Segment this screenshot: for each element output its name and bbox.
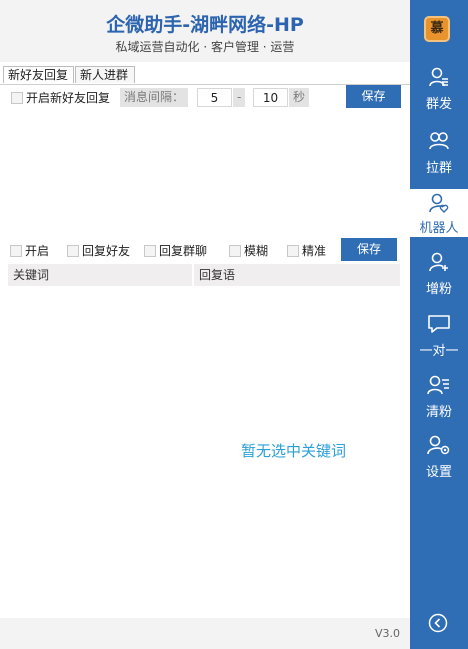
sidebar-item-robot[interactable]: 机器人 bbox=[410, 189, 468, 237]
interval-unit: 秒 bbox=[289, 88, 310, 107]
group-icon bbox=[429, 132, 449, 150]
filter-enable-label: 开启 bbox=[25, 244, 50, 258]
interval-max-input[interactable]: 10 bbox=[253, 88, 288, 107]
sidebar-item-pull-group[interactable]: 拉群 bbox=[410, 130, 468, 176]
version-label: V3.0 bbox=[374, 627, 400, 640]
sidebar-item-clean-fans[interactable]: 清粉 bbox=[410, 374, 468, 420]
column-header-reply[interactable]: 回复语 bbox=[194, 264, 400, 286]
save-filters-button[interactable]: 保存 bbox=[341, 238, 397, 261]
filter-reply-group-label: 回复群聊 bbox=[159, 244, 208, 258]
sidebar-item-label: 拉群 bbox=[425, 161, 452, 176]
filter-fuzzy-label: 模糊 bbox=[244, 244, 269, 258]
filter-reply-friend-checkbox[interactable] bbox=[67, 245, 79, 257]
tab-new-member-join[interactable]: 新人进群 bbox=[75, 66, 135, 83]
column-header-keyword[interactable]: 关键词 bbox=[8, 264, 192, 286]
chevron-left-icon bbox=[428, 613, 448, 633]
sidebar-item-label: 设置 bbox=[425, 465, 452, 480]
clean-user-icon bbox=[427, 375, 449, 395]
sidebar-item-one-on-one[interactable]: 一对一 bbox=[410, 313, 468, 359]
sidebar-item-broadcast[interactable]: 群发 bbox=[410, 66, 468, 112]
app-subtitle: 私域运营自动化 · 客户管理 · 运营 bbox=[115, 40, 295, 54]
collapse-sidebar-button[interactable] bbox=[428, 613, 448, 633]
chat-icon bbox=[428, 315, 450, 333]
add-user-icon bbox=[429, 252, 448, 272]
interval-label: 消息间隔： bbox=[120, 88, 189, 107]
interval-min-input[interactable]: 5 bbox=[197, 88, 232, 107]
sidebar-item-add-fans[interactable]: 增粉 bbox=[410, 251, 468, 297]
sidebar-item-label: 增粉 bbox=[425, 282, 452, 297]
sidebar-item-label: 清粉 bbox=[425, 405, 452, 420]
filter-exact-checkbox[interactable] bbox=[287, 245, 299, 257]
filter-enable-checkbox[interactable] bbox=[10, 245, 22, 257]
filter-exact-label: 精准 bbox=[302, 244, 327, 258]
tab-new-friend-reply[interactable]: 新好友回复 bbox=[3, 66, 74, 83]
sidebar-item-settings[interactable]: 设置 bbox=[410, 434, 468, 480]
app-title: 企微助手-湖畔网络-HP bbox=[106, 14, 304, 36]
empty-state-text: 暂无选中关键词 bbox=[241, 442, 347, 460]
sidebar-item-label: 群发 bbox=[425, 97, 452, 112]
enable-new-friend-reply-label: 开启新好友回复 bbox=[26, 91, 111, 105]
filter-reply-group-checkbox[interactable] bbox=[144, 245, 156, 257]
robot-icon bbox=[429, 193, 449, 213]
save-settings-button[interactable]: 保存 bbox=[346, 85, 401, 108]
sidebar-item-label: 机器人 bbox=[419, 221, 459, 236]
enable-new-friend-reply-checkbox[interactable] bbox=[11, 92, 23, 104]
settings-icon bbox=[427, 435, 450, 455]
app-logo: 慕 bbox=[424, 16, 450, 42]
footer-bar bbox=[0, 618, 410, 649]
broadcast-icon bbox=[429, 67, 448, 87]
sidebar-item-label: 一对一 bbox=[419, 344, 459, 359]
interval-separator: - bbox=[233, 88, 246, 107]
filter-fuzzy-checkbox[interactable] bbox=[229, 245, 241, 257]
filter-reply-friend-label: 回复好友 bbox=[82, 244, 131, 258]
app-logo-text: 慕 bbox=[430, 21, 444, 36]
